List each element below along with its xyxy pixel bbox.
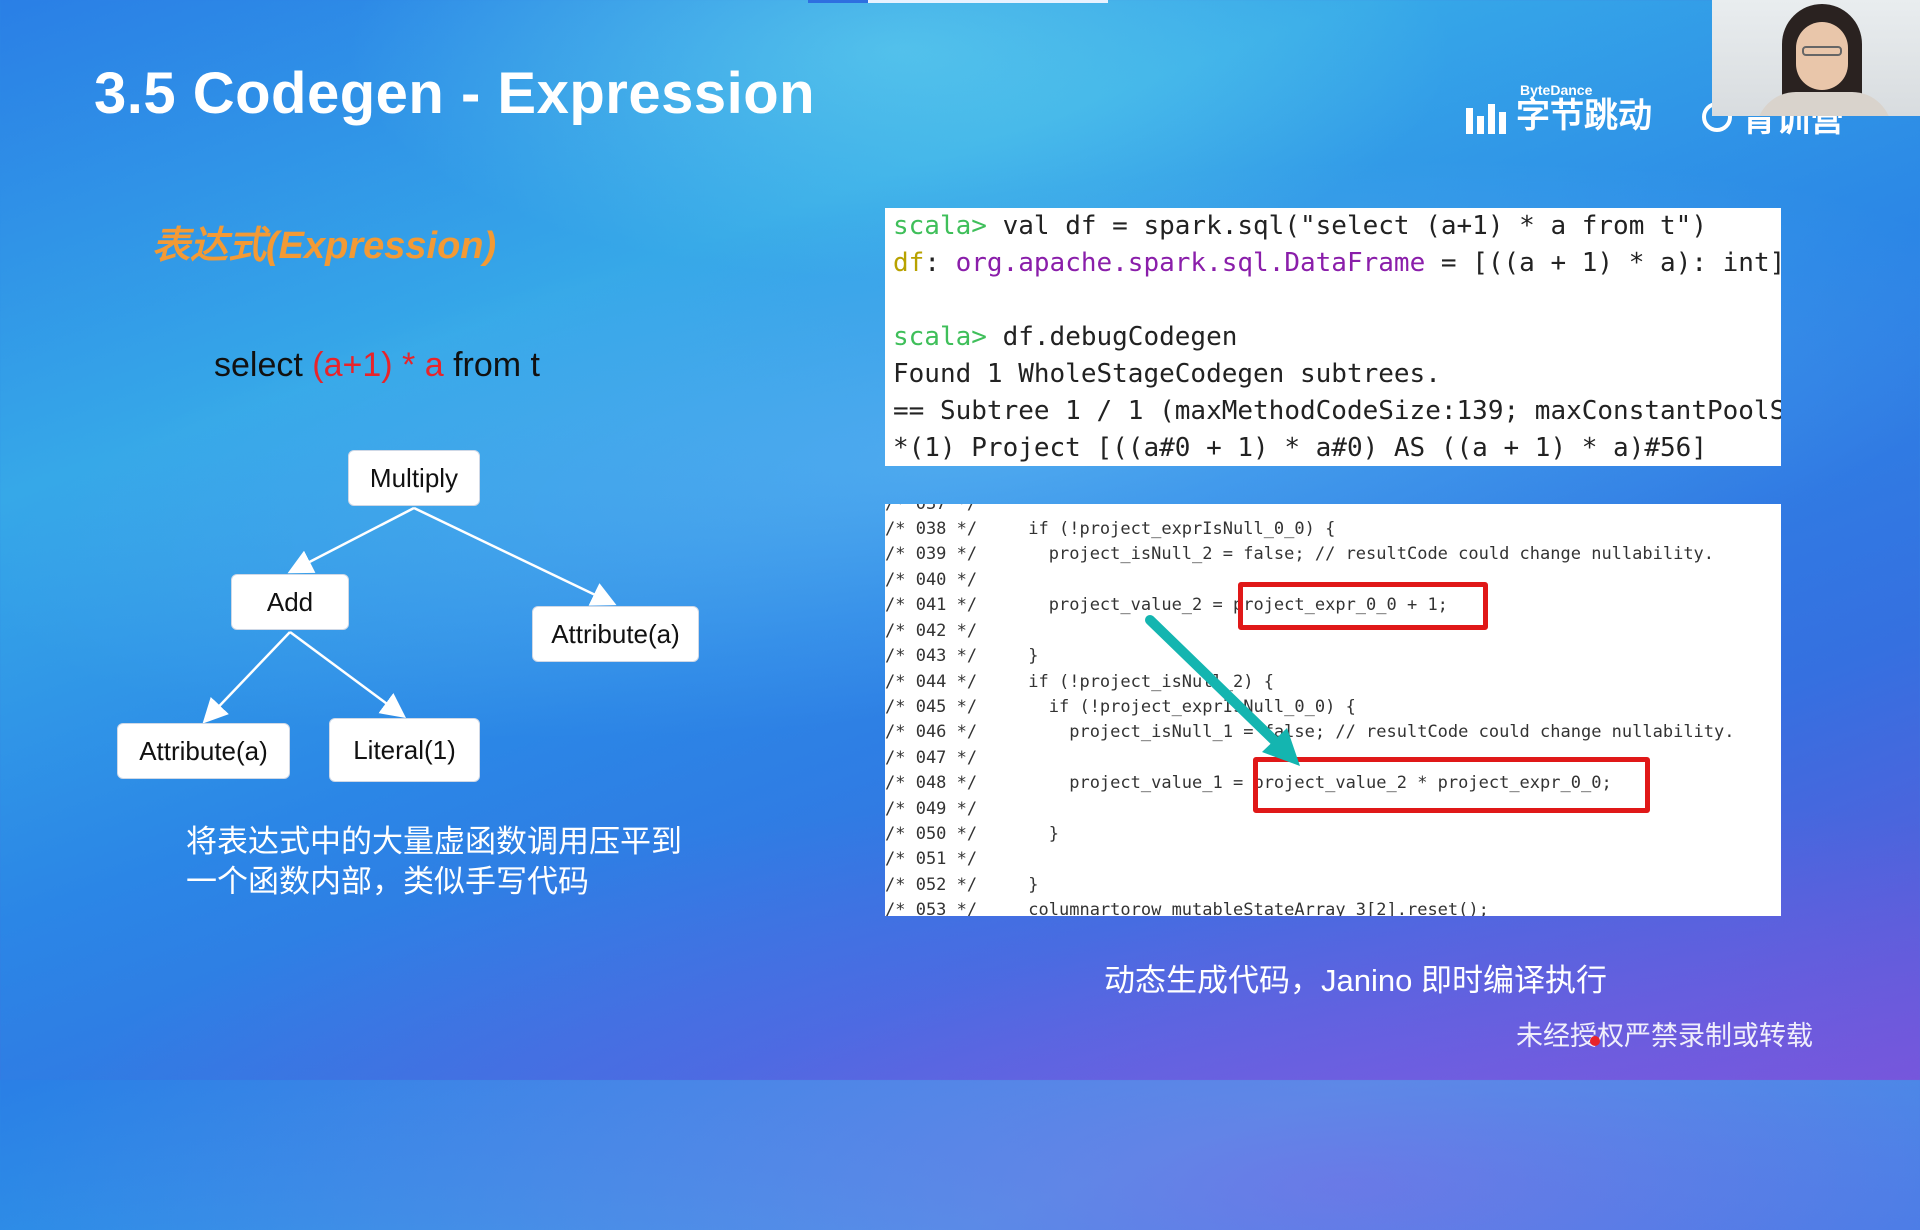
sql-highlight-expr: (a+1) (312, 346, 393, 384)
console-line: scala> val df = spark.sql("select (a+1) … (893, 211, 1707, 241)
code-line: /* 046 */ project_isNull_1 = false; // r… (885, 722, 1735, 742)
slide-caption: 动态生成代码，Janino 即时编译执行 (1104, 963, 1607, 998)
console-line: *(1) Project [((a#0 + 1) * a#0) AS ((a +… (893, 433, 1707, 463)
explanation-note: 将表达式中的大量虚函数调用压平到 一个函数内部，类似手写代码 (186, 822, 682, 902)
bytedance-logo: ByteDance 字节跳动 (1466, 78, 1652, 134)
code-line: /* 045 */ if (!project_exprIsNull_0_0) { (885, 697, 1356, 717)
scala-console-panel: scala> val df = spark.sql("select (a+1) … (885, 208, 1781, 466)
sql-prefix: select (214, 346, 313, 384)
note-line-1: 将表达式中的大量虚函数调用压平到 (186, 824, 682, 859)
highlight-box-multiply (1253, 757, 1650, 813)
webcam-overlay (1712, 0, 1920, 116)
code-line: /* 051 */ (885, 849, 978, 869)
slide-title: 3.5 Codegen - Expression (94, 61, 816, 126)
code-line: /* 043 */ } (885, 646, 1039, 666)
watermark-text: 未经授权严禁录制或转载 (1516, 1021, 1813, 1051)
code-line: /* 049 */ (885, 799, 978, 819)
code-line: /* 037 */ (885, 504, 978, 514)
tree-node-literal: Literal(1) (329, 718, 480, 782)
code-line: /* 050 */ } (885, 824, 1059, 844)
code-line: /* 038 */ if (!project_exprIsNull_0_0) { (885, 519, 1336, 539)
tree-node-attribute-left: Attribute(a) (117, 723, 290, 779)
top-progress-fill (808, 0, 868, 3)
sql-statement: select (a+1) * a from t (214, 346, 540, 385)
code-line: /* 047 */ (885, 748, 978, 768)
console-line: == Subtree 1 / 1 (maxMethodCodeSize:139;… (893, 396, 1781, 426)
tree-node-add: Add (231, 574, 349, 630)
tree-node-attribute-right: Attribute(a) (532, 606, 699, 662)
logo-brand-main: 字节跳动 (1516, 97, 1652, 135)
generated-code-panel: /* 037 */ /* 038 */ if (!project_exprIsN… (885, 504, 1781, 916)
sql-operator: * (392, 346, 425, 384)
code-line: /* 052 */ } (885, 875, 1039, 895)
console-line: df: org.apache.spark.sql.DataFrame = [((… (893, 248, 1781, 278)
code-line: /* 039 */ project_isNull_2 = false; // r… (885, 544, 1715, 564)
code-line: /* 053 */ columnartorow_mutableStateArra… (885, 900, 1489, 916)
bytedance-logo-icon (1466, 100, 1506, 134)
console-line: scala> df.debugCodegen (893, 322, 1238, 352)
tree-node-multiply: Multiply (348, 450, 480, 506)
sql-suffix: from t (443, 346, 540, 384)
code-line: /* 044 */ if (!project_isNull_2) { (885, 672, 1274, 692)
logo-brand-sub: ByteDance (1520, 82, 1593, 98)
note-line-2: 一个函数内部，类似手写代码 (186, 864, 589, 899)
code-line: /* 042 */ (885, 621, 978, 641)
console-line: Found 1 WholeStageCodegen subtrees. (893, 359, 1441, 389)
highlight-box-add (1238, 582, 1488, 630)
sql-highlight-attr: a (424, 346, 444, 384)
watermark-dot (1590, 1036, 1600, 1046)
section-subtitle: 表达式(Expression) (152, 225, 497, 267)
code-line: /* 040 */ (885, 570, 978, 590)
